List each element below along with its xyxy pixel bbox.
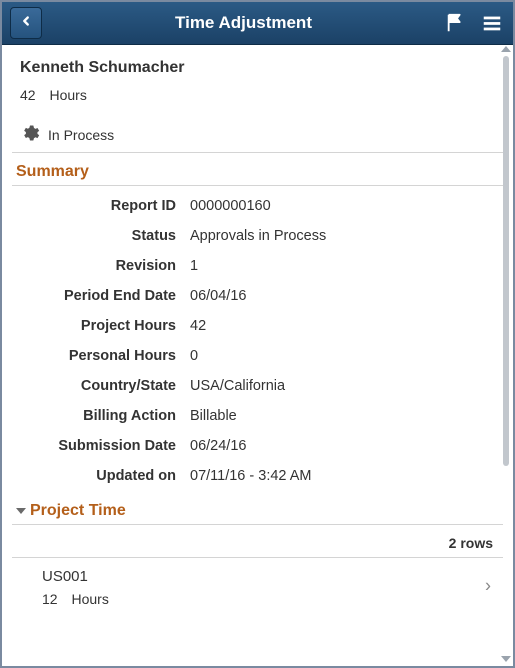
label-report-id: Report ID (16, 198, 176, 214)
flag-icon[interactable] (445, 12, 467, 34)
project-hours-value: 12 (42, 591, 58, 607)
label-revision: Revision (16, 258, 176, 274)
header-actions (445, 12, 503, 34)
value-project-hours: 42 (190, 318, 499, 334)
value-revision: 1 (190, 258, 499, 274)
value-updated-on: 07/11/16 - 3:42 AM (190, 468, 499, 484)
label-country-state: Country/State (16, 378, 176, 394)
app-frame: Time Adjustment Kenneth Schumacher 42 Ho… (0, 0, 515, 668)
employee-hours: 42 Hours (12, 81, 503, 109)
label-billing-action: Billing Action (16, 408, 176, 424)
summary-section-title: Summary (12, 157, 503, 186)
employee-name: Kenneth Schumacher (12, 45, 503, 81)
value-submission-date: 06/24/16 (190, 438, 499, 454)
back-icon (19, 14, 33, 33)
header-bar: Time Adjustment (2, 2, 513, 45)
processing-status-label: In Process (48, 127, 114, 143)
chevron-right-icon: › (485, 575, 491, 596)
label-period-end: Period End Date (16, 288, 176, 304)
page-title: Time Adjustment (42, 13, 445, 33)
value-period-end: 06/04/16 (190, 288, 499, 304)
caret-down-icon (16, 508, 26, 514)
project-time-list-item[interactable]: US001 12 Hours › (12, 558, 503, 613)
label-status: Status (16, 228, 176, 244)
value-status: Approvals in Process (190, 228, 499, 244)
project-hours-label: Hours (71, 591, 108, 607)
summary-fields: Report ID 0000000160 Status Approvals in… (12, 186, 503, 496)
gear-icon (20, 123, 40, 146)
project-time-row-count: 2 rows (12, 525, 503, 558)
value-personal-hours: 0 (190, 348, 499, 364)
value-country-state: USA/California (190, 378, 499, 394)
employee-hours-label: Hours (49, 87, 86, 103)
menu-icon[interactable] (481, 12, 503, 34)
project-time-section-header[interactable]: Project Time (12, 496, 503, 525)
label-updated-on: Updated on (16, 468, 176, 484)
employee-hours-value: 42 (20, 87, 36, 103)
label-project-hours: Project Hours (16, 318, 176, 334)
label-submission-date: Submission Date (16, 438, 176, 454)
project-hours-line: 12 Hours (42, 591, 473, 607)
label-personal-hours: Personal Hours (16, 348, 176, 364)
content-scroll[interactable]: Kenneth Schumacher 42 Hours In Process S… (2, 45, 513, 666)
project-code: US001 (42, 568, 473, 591)
back-button[interactable] (10, 7, 42, 39)
value-billing-action: Billable (190, 408, 499, 424)
value-report-id: 0000000160 (190, 198, 499, 214)
project-time-section-title: Project Time (30, 502, 126, 520)
processing-status: In Process (12, 109, 503, 153)
